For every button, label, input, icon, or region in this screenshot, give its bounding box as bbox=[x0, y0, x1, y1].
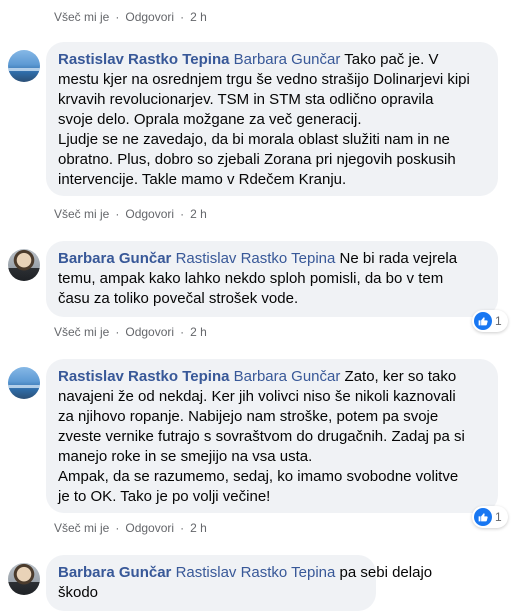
like-link[interactable]: Všeč mi je bbox=[54, 521, 109, 535]
comment-author[interactable]: Barbara Gunčar bbox=[58, 564, 171, 581]
separator: · bbox=[115, 10, 120, 24]
reply-link[interactable]: Odgovori bbox=[125, 10, 174, 24]
comment-author[interactable]: Barbara Gunčar bbox=[58, 250, 171, 267]
comment-text-line: škodo bbox=[58, 584, 99, 601]
comment-text: pa sebi delajo bbox=[335, 564, 433, 581]
comment-mention[interactable]: Barbara Gunčar bbox=[234, 368, 341, 385]
avatar-barbara[interactable] bbox=[8, 249, 40, 281]
comment-0-actions: Všeč mi je · Odgovori · 2 h bbox=[54, 10, 207, 24]
comment-bubble: Rastislav Rastko Tepina Barbara Gunčar T… bbox=[46, 42, 498, 196]
comment-text-line: mestu kjer na osrednjem trgu še vedno st… bbox=[58, 71, 470, 88]
comment-text-line: zveste vernike futrajo s sovraštvom do d… bbox=[58, 428, 465, 445]
reaction-summary[interactable]: 1 bbox=[472, 310, 508, 332]
comment-text-line: času za toliko povečal strošek vode. bbox=[58, 290, 299, 307]
timestamp-link[interactable]: 2 h bbox=[190, 325, 207, 339]
avatar-rastislav[interactable] bbox=[8, 367, 40, 399]
separator: · bbox=[180, 207, 185, 221]
reply-link[interactable]: Odgovori bbox=[125, 207, 174, 221]
like-link[interactable]: Všeč mi je bbox=[54, 207, 109, 221]
reaction-summary[interactable]: 1 bbox=[472, 506, 508, 528]
comment-text-line: temu, ampak kako lahko nekdo sploh pomis… bbox=[58, 270, 444, 287]
reply-link[interactable]: Odgovori bbox=[125, 325, 174, 339]
comment-text: Zato, ker so tako bbox=[340, 368, 457, 385]
comment-author[interactable]: Rastislav Rastko Tepina bbox=[58, 51, 229, 68]
comment-author[interactable]: Rastislav Rastko Tepina bbox=[58, 368, 229, 385]
comment-first-line: Rastislav Rastko Tepina Barbara Gunčar Z… bbox=[58, 367, 486, 387]
reply-link[interactable]: Odgovori bbox=[125, 521, 174, 535]
reaction-count: 1 bbox=[495, 510, 502, 524]
comment-text-line: svoje delo. Oprala možgane za več genera… bbox=[58, 111, 362, 128]
separator: · bbox=[180, 521, 185, 535]
comment-text-line: intervencije. Takle mamo v Rdečem Kranju… bbox=[58, 171, 347, 188]
comment-text-line: je to OK. Tako je po volji večine! bbox=[58, 488, 271, 505]
avatar-barbara[interactable] bbox=[8, 563, 40, 595]
comment-text-line: Ljudje se ne zavedajo, da bi morala obla… bbox=[58, 131, 450, 148]
separator: · bbox=[180, 10, 185, 24]
separator: · bbox=[115, 207, 120, 221]
comment-text-line: krvavih revolucionarjev. TSM in STM sta … bbox=[58, 91, 434, 108]
comment-mention[interactable]: Rastislav Rastko Tepina bbox=[176, 250, 336, 267]
like-reaction-icon bbox=[474, 508, 492, 526]
comment-text-line: navajeni že od nekdaj. Ker jih volivci n… bbox=[58, 388, 456, 405]
avatar-rastislav[interactable] bbox=[8, 50, 40, 82]
comment-2-actions: Všeč mi je · Odgovori · 2 h bbox=[54, 325, 207, 339]
comment-3-actions: Všeč mi je · Odgovori · 2 h bbox=[54, 521, 207, 535]
comment-text: Ne bi rada vejrela bbox=[335, 250, 458, 267]
comment-bubble: Barbara Gunčar Rastislav Rastko Tepina N… bbox=[46, 241, 498, 317]
comment-text-line: obratno. Plus, dobro so zjebali Zorana p… bbox=[58, 151, 456, 168]
comment-text: Tako pač je. V bbox=[340, 51, 439, 68]
comment-mention[interactable]: Rastislav Rastko Tepina bbox=[176, 564, 336, 581]
comment-bubble: Barbara Gunčar Rastislav Rastko Tepina p… bbox=[46, 555, 432, 611]
separator: · bbox=[115, 521, 120, 535]
comment-first-line: Barbara Gunčar Rastislav Rastko Tepina p… bbox=[58, 563, 432, 583]
comment-text-line: za njihovo ropanje. Nabijejo nam stroške… bbox=[58, 408, 439, 425]
timestamp-link[interactable]: 2 h bbox=[190, 207, 207, 221]
comment-text-line: manejo roke in se smejijo na vsa usta. bbox=[58, 448, 313, 465]
comment-first-line: Barbara Gunčar Rastislav Rastko Tepina N… bbox=[58, 249, 486, 269]
timestamp-link[interactable]: 2 h bbox=[190, 10, 207, 24]
separator: · bbox=[115, 325, 120, 339]
timestamp-link[interactable]: 2 h bbox=[190, 521, 207, 535]
comment-first-line: Rastislav Rastko Tepina Barbara Gunčar T… bbox=[58, 50, 486, 70]
like-link[interactable]: Všeč mi je bbox=[54, 10, 109, 24]
separator: · bbox=[180, 325, 185, 339]
comment-mention[interactable]: Barbara Gunčar bbox=[234, 51, 341, 68]
comment-1-actions: Všeč mi je · Odgovori · 2 h bbox=[54, 207, 207, 221]
reaction-count: 1 bbox=[495, 314, 502, 328]
comment-text-line: Ampak, da se razumemo, sedaj, ko imamo s… bbox=[58, 468, 459, 485]
like-link[interactable]: Všeč mi je bbox=[54, 325, 109, 339]
comment-bubble: Rastislav Rastko Tepina Barbara Gunčar Z… bbox=[46, 359, 498, 513]
like-reaction-icon bbox=[474, 312, 492, 330]
